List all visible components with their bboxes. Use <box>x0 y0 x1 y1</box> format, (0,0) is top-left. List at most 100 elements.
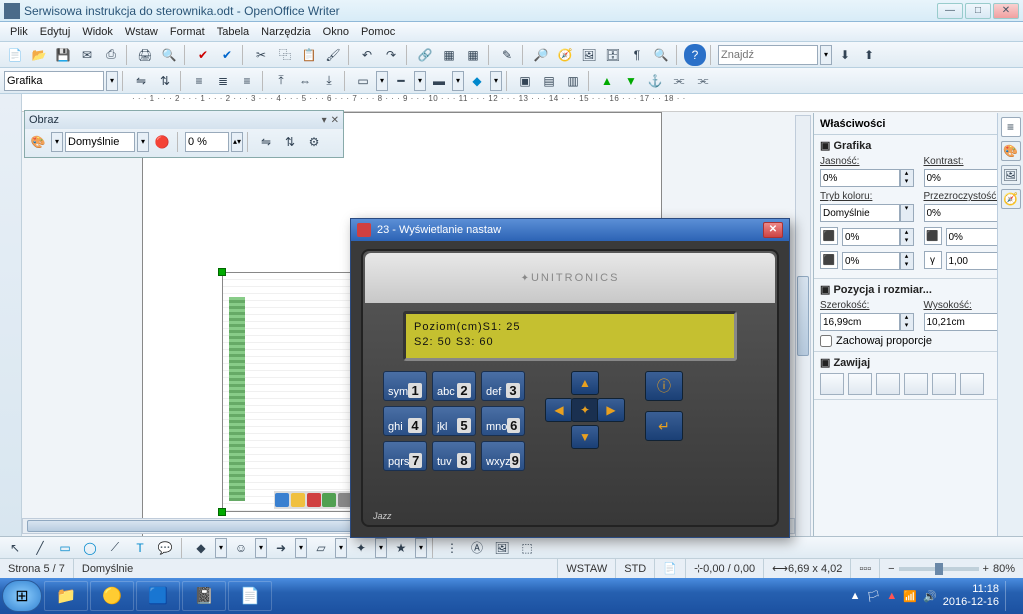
scroll-thumb[interactable] <box>797 276 809 356</box>
tray-av-icon[interactable]: ▲ <box>886 590 897 602</box>
key-9[interactable]: wxyz9 <box>481 441 525 471</box>
sidetab-properties[interactable]: ≡ <box>1001 117 1021 137</box>
task-chrome[interactable]: 🟡 <box>90 581 134 611</box>
zoom-out-icon[interactable]: − <box>888 563 894 575</box>
shapes-icon[interactable]: ◆ <box>190 537 212 559</box>
wrap1-icon[interactable]: ▣ <box>514 70 536 92</box>
key-2[interactable]: abc2 <box>432 371 476 401</box>
taskbar-clock[interactable]: 11:182016-12-16 <box>943 583 999 609</box>
status-viewlayout[interactable]: ▫▫▫ <box>851 559 880 578</box>
linestyle-dd[interactable]: ▾ <box>414 71 426 91</box>
navigator-icon[interactable]: 🧭 <box>554 44 576 66</box>
props-icon[interactable]: ⚙ <box>303 131 325 153</box>
tray-flag-icon[interactable]: ▲ <box>850 590 861 602</box>
align-right-icon[interactable]: ≡ <box>236 70 258 92</box>
key-6[interactable]: mno6 <box>481 406 525 436</box>
key-4[interactable]: ghi4 <box>383 406 427 436</box>
link-icon[interactable]: 🔗 <box>414 44 436 66</box>
task-app2[interactable]: 📓 <box>182 581 226 611</box>
image-toolbar-dropdown[interactable]: ▾ <box>322 115 327 126</box>
flow-dd[interactable]: ▾ <box>335 538 347 558</box>
spellcheck-icon[interactable]: ✔ <box>192 44 214 66</box>
stars-dd[interactable]: ▾ <box>415 538 427 558</box>
zoom-value[interactable]: 80% <box>993 563 1015 575</box>
vertical-scrollbar[interactable] <box>795 115 811 541</box>
info-button[interactable]: ⓘ <box>645 371 683 401</box>
poly-tool-icon[interactable]: ⟋ <box>104 537 126 559</box>
system-tray[interactable]: ▲ 🏳 ▲ 📶 🔊 11:182016-12-16 <box>842 581 1021 611</box>
anchor-icon[interactable]: ⚓ <box>644 70 666 92</box>
bottom-icon[interactable]: ⤓ <box>318 70 340 92</box>
fontwork-icon[interactable]: Ⓐ <box>466 537 488 559</box>
trans-ud[interactable]: ▴▾ <box>231 132 243 152</box>
gallery-icon[interactable]: 🖼 <box>578 44 600 66</box>
find-next-icon[interactable]: ⬇ <box>834 44 856 66</box>
status-style[interactable]: Domyślnie <box>74 559 558 578</box>
unchain-icon[interactable]: ⫘ <box>692 70 714 92</box>
paste-icon[interactable]: 📋 <box>298 44 320 66</box>
symbols-icon[interactable]: ☺ <box>230 537 252 559</box>
align-left-icon[interactable]: ≡ <box>188 70 210 92</box>
subwindow-nastaw[interactable]: 23 - Wyświetlanie nastaw ✕ ✦ UNITRONICS … <box>350 218 790 538</box>
arrows-icon[interactable]: ➜ <box>270 537 292 559</box>
dpad-right[interactable]: ▶ <box>597 398 625 422</box>
resize-handle[interactable] <box>218 508 226 516</box>
task-app1[interactable]: 🟦 <box>136 581 180 611</box>
back-icon[interactable]: ▼ <box>620 70 642 92</box>
status-sel[interactable]: STD <box>616 559 655 578</box>
zoom-control[interactable]: − + 80% <box>880 563 1023 575</box>
areacolor-icon[interactable]: ◆ <box>466 70 488 92</box>
points-icon[interactable]: ⋮ <box>441 537 463 559</box>
chain-icon[interactable]: ⫘ <box>668 70 690 92</box>
wrap2-icon[interactable]: ▤ <box>538 70 560 92</box>
subwindow-close[interactable]: ✕ <box>763 222 783 238</box>
wrap-after-icon[interactable] <box>876 373 900 395</box>
menu-wstaw[interactable]: Wstaw <box>119 24 164 40</box>
flipv2-icon[interactable]: ⇅ <box>279 131 301 153</box>
gamma-input[interactable] <box>946 252 1004 270</box>
spinner[interactable]: ▴▾ <box>900 252 914 270</box>
filter-dd[interactable]: ▾ <box>51 132 63 152</box>
stars-icon[interactable]: ★ <box>390 537 412 559</box>
panel-wrap-title[interactable]: ▣ Zawijaj <box>820 356 1017 369</box>
rect-tool-icon[interactable]: ▭ <box>54 537 76 559</box>
tryb-select[interactable] <box>820 204 900 222</box>
align-center-icon[interactable]: ≣ <box>212 70 234 92</box>
shapes-dd[interactable]: ▾ <box>215 538 227 558</box>
text-tool-icon[interactable]: T <box>129 537 151 559</box>
tray-action-icon[interactable]: 🏳 <box>866 590 880 603</box>
border-dd[interactable]: ▾ <box>376 71 388 91</box>
tray-network-icon[interactable]: 📶 <box>903 590 917 603</box>
wrap-parallel-icon[interactable] <box>904 373 928 395</box>
menu-edytuj[interactable]: Edytuj <box>34 24 77 40</box>
table-icon[interactable]: ▦ <box>438 44 460 66</box>
undo-icon[interactable]: ↶ <box>356 44 378 66</box>
image-toolbar[interactable]: Obraz ▾ ✕ 🎨▾ ▾ 🔴 ▴▾ ⇋ ⇅ ⚙ <box>24 110 344 158</box>
task-writer[interactable]: 📄 <box>228 581 272 611</box>
callouts-icon[interactable]: ✦ <box>350 537 372 559</box>
dpad-up[interactable]: ▲ <box>571 371 599 395</box>
show-desktop[interactable] <box>1005 581 1013 611</box>
find-dropdown[interactable]: ▾ <box>820 45 832 65</box>
callout-tool-icon[interactable]: 💬 <box>154 537 176 559</box>
style-select[interactable] <box>4 71 104 91</box>
spinner[interactable]: ▴▾ <box>900 313 914 331</box>
wrap-through-icon[interactable] <box>932 373 956 395</box>
help-icon[interactable]: ? <box>684 44 706 66</box>
menu-okno[interactable]: Okno <box>317 24 355 40</box>
open-icon[interactable]: 📂 <box>28 44 50 66</box>
spinner[interactable]: ▴▾ <box>900 169 914 187</box>
zoom-icon[interactable]: 🔍 <box>650 44 672 66</box>
wrap-none-icon[interactable] <box>820 373 844 395</box>
filter-sel-dd[interactable]: ▾ <box>137 132 149 152</box>
flip-h-icon[interactable]: ⇋ <box>130 70 152 92</box>
redo-icon[interactable]: ↷ <box>380 44 402 66</box>
spinner[interactable]: ▴▾ <box>900 228 914 246</box>
fliph2-icon[interactable]: ⇋ <box>255 131 277 153</box>
wrap3-icon[interactable]: ▥ <box>562 70 584 92</box>
zoom-in-icon[interactable]: + <box>983 563 989 575</box>
zoom-slider[interactable] <box>899 567 979 571</box>
width-input[interactable] <box>820 313 900 331</box>
nonprint-icon[interactable]: ¶ <box>626 44 648 66</box>
menu-plik[interactable]: Plik <box>4 24 34 40</box>
